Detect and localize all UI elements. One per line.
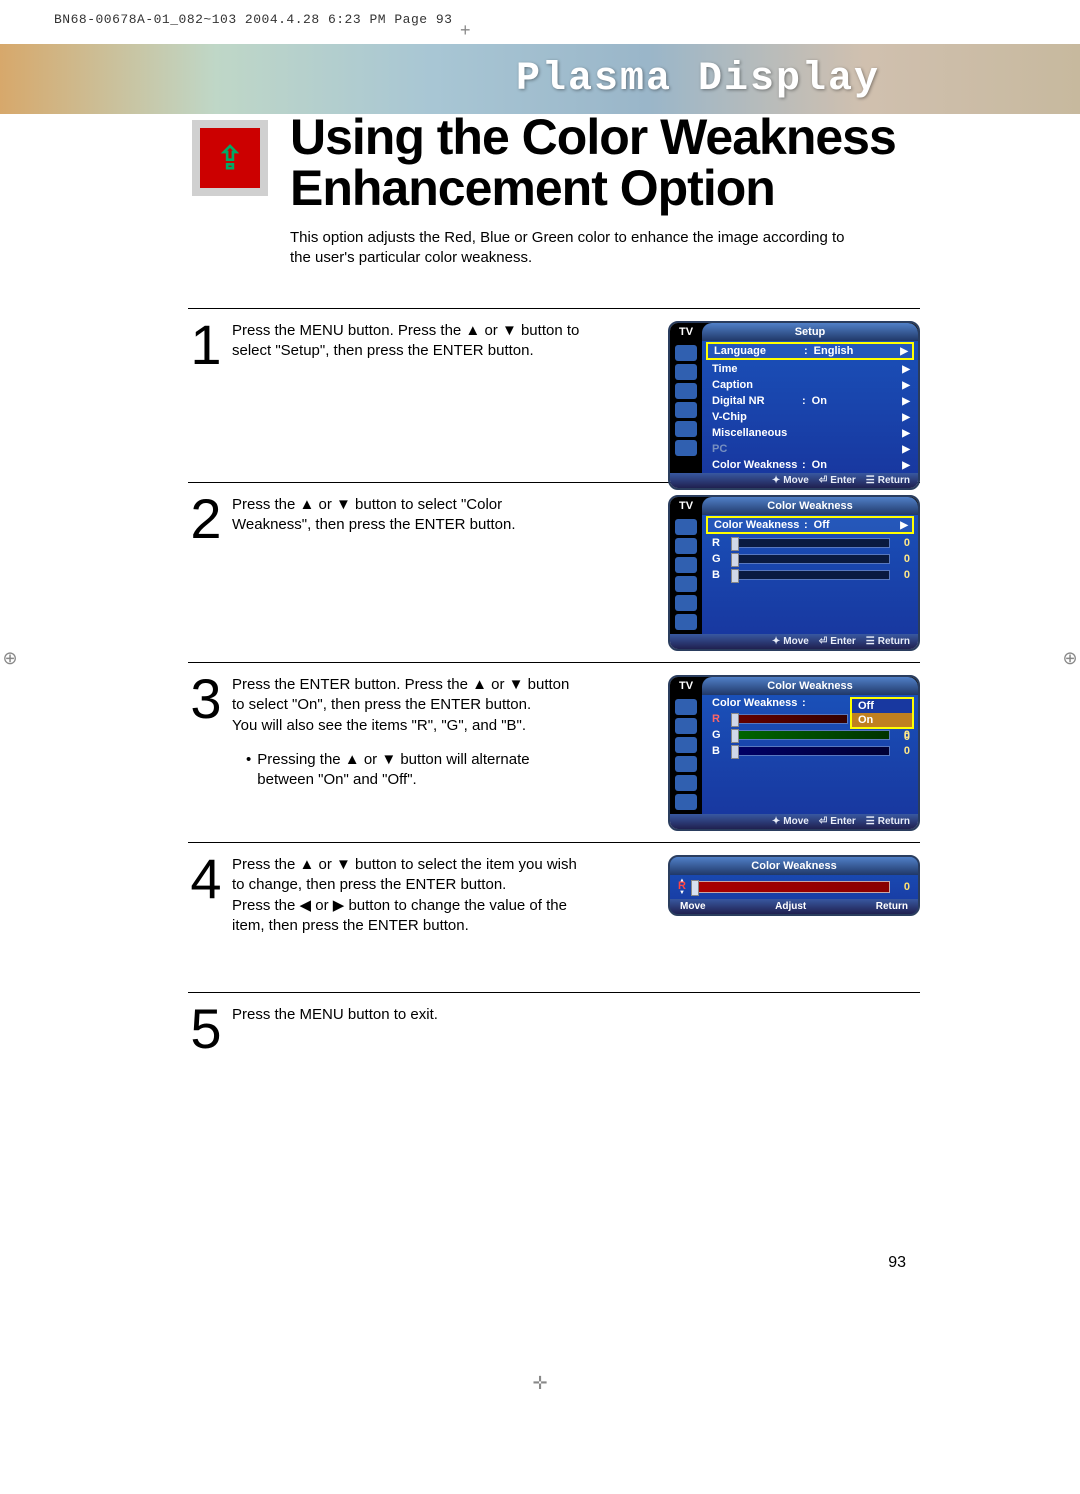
osd-title: Setup — [702, 323, 918, 341]
osd-footer: Move Adjust Return — [670, 899, 918, 914]
osd-footer: Move Enter Return — [670, 814, 918, 829]
menu-item-pc: PC ▶ — [702, 441, 918, 457]
page-title: Using the Color Weakness Enhancement Opt… — [290, 112, 896, 214]
channel-selector[interactable]: ▲ R ▼ — [678, 879, 686, 895]
menu-item-color-weakness[interactable]: Color Weakness: On ▶ — [702, 457, 918, 473]
step-text: Press the MENU button. Press the ▲ or ▼ … — [232, 321, 584, 362]
menu-item-digital-nr[interactable]: Digital NR: On ▶ — [702, 393, 918, 409]
slider-g: G 0 — [702, 551, 918, 567]
osd-footer: Move Enter Return — [670, 473, 918, 488]
menu-item-language[interactable]: Language: English ▶ — [706, 342, 914, 360]
step-text: Press the ▲ or ▼ button to select the it… — [232, 855, 584, 936]
steps-container: 1 Press the MENU button. Press the ▲ or … — [188, 308, 920, 1072]
slider-b: B 0 — [702, 567, 918, 583]
step-5: 5 Press the MENU button to exit. — [188, 992, 920, 1072]
step-text: Press the ENTER button. Press the ▲ or ▼… — [232, 675, 584, 790]
step-1: 1 Press the MENU button. Press the ▲ or … — [188, 308, 920, 482]
crop-mark-bottom — [532, 1373, 547, 1394]
menu-item-vchip[interactable]: V-Chip ▶ — [702, 409, 918, 425]
slider-r-adjust[interactable] — [692, 881, 890, 893]
slider-g[interactable]: G 0 — [702, 727, 918, 743]
step-2: 2 Press the ▲ or ▼ button to select "Col… — [188, 482, 920, 662]
crop-mark-right — [1050, 648, 1080, 678]
banner-title: Plasma Display — [516, 57, 880, 102]
osd-color-weakness-menu: TV Color Weakness Color Weakness: Off ▶ — [668, 495, 920, 651]
print-header: BN68-00678A-01_082~103 2004.4.28 6:23 PM… — [54, 12, 452, 27]
intro-text: This option adjusts the Red, Blue or Gre… — [290, 228, 850, 269]
step-number: 3 — [188, 671, 224, 838]
step-number: 2 — [188, 491, 224, 658]
osd-setup-menu: TV Setup Language: English ▶ Ti — [668, 321, 920, 490]
chevron-right-icon: ▶ — [900, 346, 908, 357]
menu-item-time[interactable]: Time ▶ — [702, 361, 918, 377]
page-number: 93 — [888, 1254, 906, 1272]
crop-mark-left — [0, 648, 30, 678]
step-number: 4 — [188, 851, 224, 988]
dropdown-on-off[interactable]: Off On — [850, 697, 914, 729]
osd-adjust-r: Color Weakness ▲ R ▼ 0 Move Adjust — [668, 855, 920, 916]
step-number: 1 — [188, 317, 224, 478]
menu-item-misc[interactable]: Miscellaneous ▶ — [702, 425, 918, 441]
osd-sidebar-icons — [670, 695, 702, 814]
banner: Plasma Display — [0, 44, 1080, 114]
crop-mark-top — [460, 0, 480, 44]
osd-sidebar-icons — [670, 341, 702, 473]
osd-tv-label: TV — [670, 323, 702, 341]
option-off[interactable]: Off — [852, 699, 912, 713]
section-icon: ⇪ — [192, 120, 268, 196]
option-on[interactable]: On — [852, 713, 912, 727]
slider-value: 0 — [896, 881, 910, 893]
osd-sidebar-icons — [670, 515, 702, 634]
osd-title: Color Weakness — [670, 857, 918, 875]
step-text: Press the ▲ or ▼ button to select "Color… — [232, 495, 584, 536]
menu-item-color-weakness-toggle[interactable]: Color Weakness: Off ▶ — [706, 516, 914, 534]
menu-item-caption[interactable]: Caption ▶ — [702, 377, 918, 393]
step-4: 4 Press the ▲ or ▼ button to select the … — [188, 842, 920, 992]
step-text: Press the MENU button to exit. — [232, 1005, 584, 1025]
slider-r: R 0 — [702, 535, 918, 551]
osd-color-weakness-select: TV Color Weakness Color Weakness: Off On — [668, 675, 920, 831]
step-number: 5 — [188, 1001, 224, 1068]
osd-footer: Move Enter Return — [670, 634, 918, 649]
slider-b[interactable]: B 0 — [702, 743, 918, 759]
step-3: 3 Press the ENTER button. Press the ▲ or… — [188, 662, 920, 842]
